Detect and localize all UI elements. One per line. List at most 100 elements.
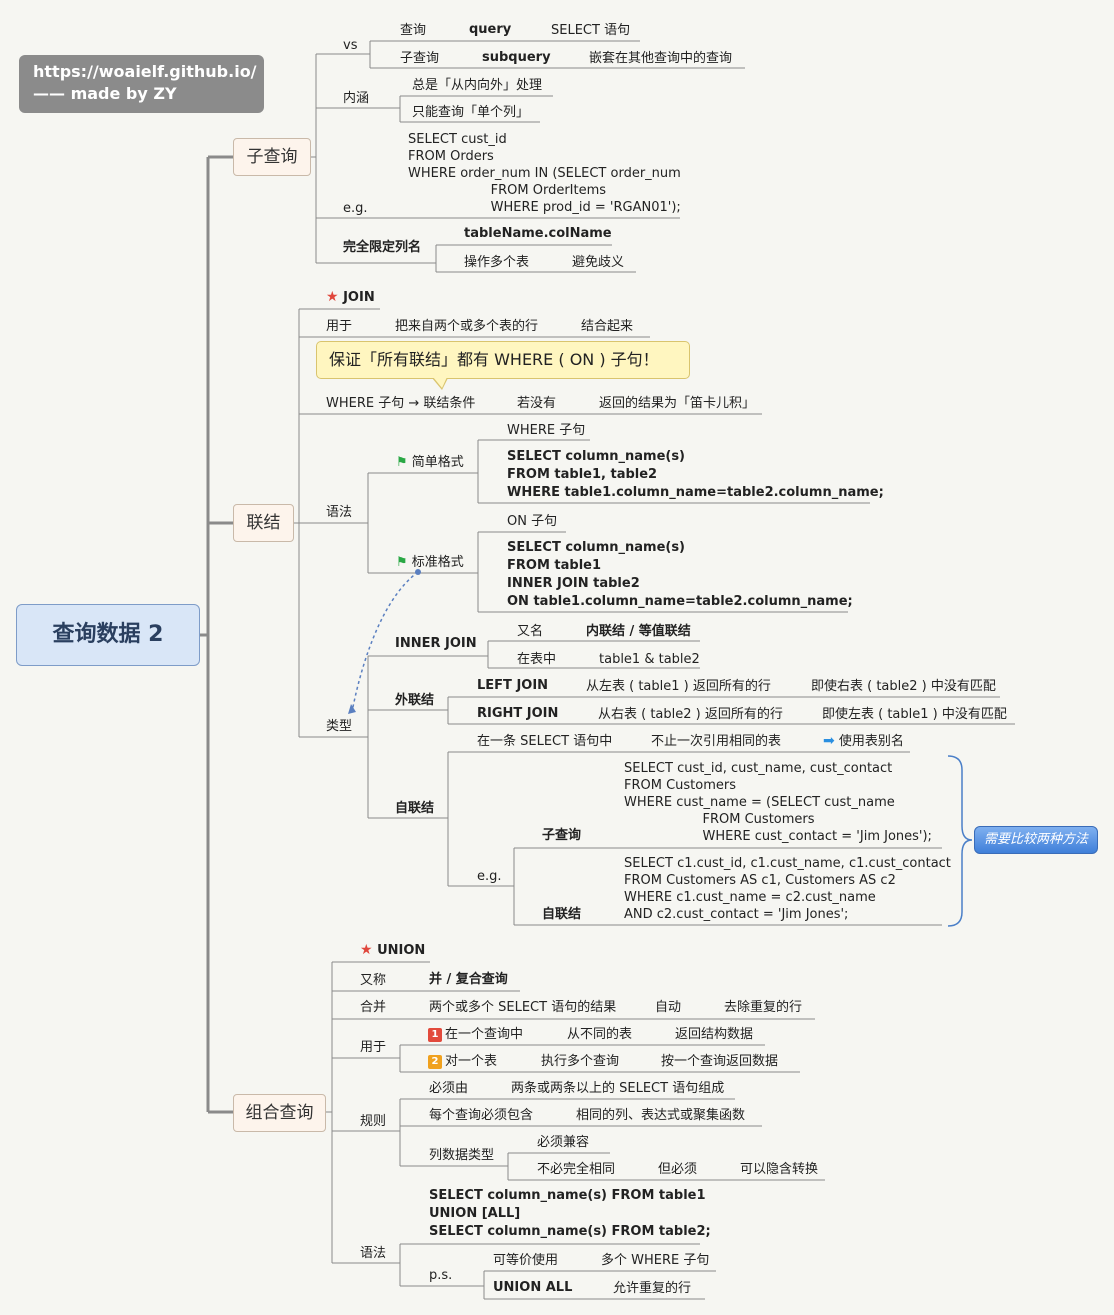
topic-subquery[interactable]: 子查询 [233, 138, 311, 176]
join-use-result: 结合起来 [581, 319, 634, 334]
callout-note: 保证「所有联结」都有 WHERE ( ON ) 子句！ [316, 341, 690, 379]
union-syntax-code: SELECT column_name(s) FROM table1 UNION [… [429, 1187, 711, 1241]
standard-clause: ON 子句 [507, 514, 558, 529]
but-must: 但必须 [658, 1162, 698, 1177]
each-must-text: 相同的列、表达式或聚集函数 [576, 1108, 746, 1123]
where-label: WHERE 子句 → 联结条件 [326, 396, 476, 411]
if-none: 若没有 [517, 396, 557, 411]
code-line: FROM Customers AS c1, Customers AS c2 [624, 873, 896, 888]
vs-row2-col1: 子查询 [400, 51, 440, 66]
code-line: WHERE table1.column_name=table2.column_n… [507, 485, 884, 500]
standard-code: SELECT column_name(s) FROM table1 INNER JO… [507, 539, 853, 611]
join-syntax-label: 语法 [326, 505, 353, 520]
inner-join: INNER JOIN [395, 636, 477, 651]
join-use-text: 把来自两个或多个表的行 [395, 319, 539, 334]
code-line: SELECT column_name(s) [507, 540, 686, 555]
code-line: WHERE cust_name = (SELECT cust_name [624, 795, 895, 810]
types-label: 类型 [326, 719, 353, 734]
code-line: FROM Customers [624, 812, 815, 827]
self-alias-item: ➡ 使用表别名 [823, 733, 904, 750]
equiv: 可等价使用 [493, 1253, 559, 1268]
code-line: SELECT column_name(s) FROM table1 [429, 1188, 706, 1203]
col-type: 列数据类型 [429, 1148, 495, 1163]
aka-label: 又名 [517, 624, 544, 639]
eg-code-line: FROM OrderItems [408, 183, 607, 198]
qualified-label: 完全限定列名 [343, 240, 422, 255]
rules-label: 规则 [360, 1114, 387, 1129]
code-line: WHERE c1.cust_name = c2.cust_name [624, 890, 876, 905]
multi-where: 多个 WHERE 子句 [601, 1253, 710, 1268]
use2: 2 对一个表 [428, 1053, 497, 1070]
eg-code-line: WHERE order_num IN (SELECT order_num [408, 166, 681, 181]
flag-icon: ⚑ [396, 555, 408, 570]
outer-join: 外联结 [395, 693, 435, 708]
use1-from: 从不同的表 [567, 1027, 633, 1042]
code-line: ON table1.column_name=table2.column_name… [507, 594, 853, 609]
left-note: 即使右表 ( table2 ) 中没有匹配 [811, 679, 996, 694]
qualified-use: 操作多个表 [464, 255, 530, 270]
cartesian: 返回的结果为「笛卡儿积」 [599, 396, 756, 411]
vs-label: vs [343, 38, 358, 53]
eg-label: e.g. [343, 201, 368, 216]
merge-text: 两个或多个 SELECT 语句的结果 [429, 1000, 617, 1015]
simple-clause: WHERE 子句 [507, 423, 586, 438]
priority-2-icon: 2 [428, 1055, 442, 1069]
union-aka: 又称 [360, 973, 387, 988]
code-line: SELECT cust_id, cust_name, cust_contact [624, 761, 893, 776]
ps-label: p.s. [429, 1268, 453, 1283]
union-syntax-label: 语法 [360, 1246, 387, 1261]
merge-dedupe: 去除重复的行 [724, 1000, 803, 1015]
sub-code: SELECT cust_id, cust_name, cust_contact F… [624, 760, 932, 845]
meaning-row1: 总是「从内向外」处理 [412, 78, 543, 93]
standard-format: ⚑ 标准格式 [396, 554, 464, 571]
code-line: UNION [ALL] [429, 1206, 521, 1221]
root-topic[interactable]: 查询数据 2 [16, 604, 200, 666]
flag-icon: ⚑ [396, 455, 408, 470]
union-all: UNION ALL [493, 1280, 573, 1295]
code-line: SELECT column_name(s) FROM table2; [429, 1224, 711, 1239]
must-by: 必须由 [429, 1081, 469, 1096]
union-marker: ★ UNION [360, 942, 425, 959]
code-line: FROM table1 [507, 558, 602, 573]
qualified-syntax: tableName.colName [464, 226, 612, 241]
code-line: FROM Customers [624, 778, 737, 793]
right-arrow-icon: ➡ [823, 733, 835, 749]
left-join: LEFT JOIN [477, 678, 549, 693]
not-same: 不必完全相同 [537, 1162, 616, 1177]
join-marker: ★ JOIN [326, 289, 375, 306]
compare-note[interactable]: 需要比较两种方法 [974, 826, 1098, 854]
merge-label: 合并 [360, 1000, 387, 1015]
topic-join[interactable]: 联结 [233, 504, 294, 542]
watermark: https://woaielf.github.io/ —— made by ZY [19, 55, 264, 113]
simple-label: 简单格式 [411, 455, 464, 470]
eg-code-line: WHERE prod_id = 'RGAN01'); [408, 200, 681, 215]
watermark-url: https://woaielf.github.io/ [33, 62, 257, 81]
in-table-label: 在表中 [517, 652, 557, 667]
vs-row1-col3: SELECT 语句 [551, 23, 631, 38]
qualified-purpose: 避免歧义 [572, 255, 625, 270]
vs-row1-col1: 查询 [400, 23, 427, 38]
use2-text: 对一个表 [445, 1054, 498, 1069]
inner-tables: table1 & table2 [599, 652, 700, 667]
join-label: JOIN [343, 290, 375, 305]
use1-text: 在一个查询中 [445, 1027, 524, 1042]
code-line: INNER JOIN table2 [507, 576, 640, 591]
self-label: 自联结 [542, 907, 582, 922]
vs-row2-col3: 嵌套在其他查询中的查询 [589, 51, 733, 66]
join-use-label: 用于 [326, 319, 353, 334]
union-label: UNION [377, 943, 426, 958]
meaning-row2: 只能查询「单个列」 [412, 105, 530, 120]
compat: 必须兼容 [537, 1135, 590, 1150]
code-line: SELECT c1.cust_id, c1.cust_name, c1.cust… [624, 856, 951, 871]
right-join: RIGHT JOIN [477, 706, 559, 721]
priority-1-icon: 1 [428, 1028, 442, 1042]
implicit: 可以隐含转换 [740, 1162, 819, 1177]
left-desc: 从左表 ( table1 ) 返回所有的行 [586, 679, 771, 694]
self-join: 自联结 [395, 801, 435, 816]
code-line: WHERE cust_contact = 'Jim Jones'); [624, 829, 932, 844]
vs-row1-col2: query [469, 22, 512, 37]
star-icon: ★ [360, 942, 373, 958]
simple-code: SELECT column_name(s) FROM table1, table2… [507, 448, 884, 502]
eg-code-line: SELECT cust_id [408, 132, 507, 147]
topic-union[interactable]: 组合查询 [233, 1094, 326, 1132]
